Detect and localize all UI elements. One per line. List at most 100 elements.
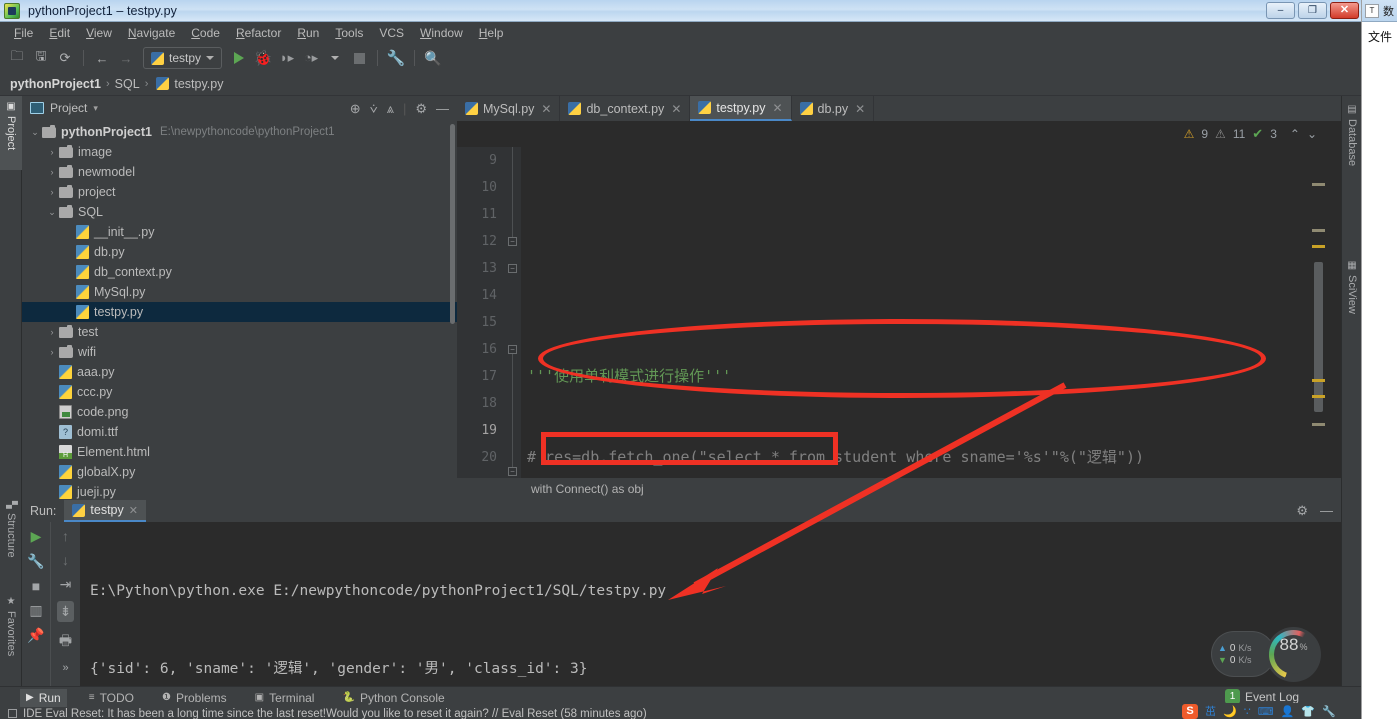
- breadcrumb-item-0[interactable]: pythonProject1: [10, 77, 101, 91]
- code-folding-column[interactable]: − − − −: [505, 147, 521, 478]
- tree-node-code-png[interactable]: code.png: [22, 402, 457, 422]
- menu-item-code[interactable]: Code: [183, 24, 228, 42]
- chevron-right-icon[interactable]: ›: [45, 147, 59, 157]
- menu-item-view[interactable]: View: [78, 24, 120, 42]
- tree-node-test[interactable]: › test: [22, 322, 457, 342]
- line-number-19[interactable]: 19: [457, 417, 505, 444]
- fold-marker[interactable]: −: [508, 237, 517, 246]
- sogou-icon[interactable]: S: [1182, 703, 1198, 719]
- collapse-all-icon[interactable]: ⩓: [387, 102, 394, 115]
- more-icon[interactable]: »: [62, 662, 68, 674]
- keyboard-icon[interactable]: ⌨: [1258, 705, 1274, 718]
- close-icon[interactable]: ✕: [772, 101, 782, 115]
- close-icon[interactable]: ✕: [671, 102, 681, 116]
- tree-node-wifi[interactable]: › wifi: [22, 342, 457, 362]
- tree-node-testpy-py[interactable]: testpy.py: [22, 302, 457, 322]
- layout-icon[interactable]: ▥: [29, 602, 42, 619]
- folder-open-icon[interactable]: 🗀: [6, 47, 28, 69]
- locate-icon[interactable]: ⊕: [350, 102, 361, 115]
- scrollbar-marker[interactable]: [1312, 395, 1325, 398]
- expand-all-icon[interactable]: ⩒: [370, 102, 378, 115]
- network-speed-widget[interactable]: ▲ 0 K/s ▼ 0 K/s: [1212, 632, 1274, 676]
- scrollbar-marker[interactable]: [1312, 245, 1325, 248]
- search-icon[interactable]: 🔍: [422, 47, 444, 69]
- toolwindow-run[interactable]: ▶ Run: [20, 688, 67, 707]
- scrollbar-marker[interactable]: [1312, 379, 1325, 382]
- line-number-21[interactable]: 21: [457, 471, 505, 478]
- dots-icon[interactable]: ∵: [1244, 705, 1251, 718]
- tree-node-image[interactable]: › image: [22, 142, 457, 162]
- line-number-18[interactable]: 18: [457, 390, 505, 417]
- shirt-icon[interactable]: 👕: [1301, 705, 1315, 718]
- refresh-icon[interactable]: ⟳: [54, 47, 76, 69]
- fold-marker[interactable]: −: [508, 467, 517, 476]
- toolwindow-todo[interactable]: ≡ TODO: [83, 689, 140, 707]
- editor-scrollbar[interactable]: [1309, 147, 1331, 478]
- project-tree-scrollbar[interactable]: [450, 124, 455, 324]
- chevron-right-icon[interactable]: ›: [45, 167, 59, 177]
- chevron-right-icon[interactable]: ›: [45, 327, 59, 337]
- toolwindow-problems[interactable]: ❶ Problems: [156, 689, 233, 707]
- chevron-down-icon[interactable]: ▾: [93, 103, 98, 114]
- chevron-right-icon[interactable]: ›: [45, 187, 59, 197]
- background-window[interactable]: T 数 文件: [1361, 0, 1397, 719]
- tree-node-sql[interactable]: ⌄ SQL: [22, 202, 457, 222]
- scrollbar-marker[interactable]: [1312, 423, 1325, 426]
- line-number-14[interactable]: 14: [457, 282, 505, 309]
- line-number-16[interactable]: 16: [457, 336, 505, 363]
- line-number-12[interactable]: 12: [457, 228, 505, 255]
- print-icon[interactable]: 🖶: [59, 630, 72, 654]
- gear-icon[interactable]: ⚙: [1296, 503, 1308, 519]
- moon-icon[interactable]: 🌙: [1223, 705, 1237, 718]
- tree-node-newmodel[interactable]: › newmodel: [22, 162, 457, 182]
- background-window-menu[interactable]: 文件: [1362, 22, 1397, 45]
- toolwindow-python-console[interactable]: 🐍 Python Console: [336, 689, 450, 707]
- breadcrumb-item-1[interactable]: SQL: [115, 77, 140, 91]
- close-icon[interactable]: ✕: [855, 102, 865, 116]
- menu-item-tools[interactable]: Tools: [327, 24, 371, 42]
- close-icon[interactable]: ✕: [129, 504, 138, 517]
- chevron-right-icon[interactable]: ›: [45, 347, 59, 357]
- scrollbar-marker[interactable]: [1312, 229, 1325, 232]
- minimize-button[interactable]: –: [1266, 2, 1295, 19]
- toolwindow-terminal[interactable]: ▣ Terminal: [249, 689, 321, 707]
- next-highlight-icon[interactable]: ⌄: [1307, 127, 1317, 141]
- tree-node-db-context-py[interactable]: db_context.py: [22, 262, 457, 282]
- tree-node-jueji-py[interactable]: jueji.py: [22, 482, 457, 500]
- menu-item-refactor[interactable]: Refactor: [228, 24, 289, 42]
- code-text[interactable]: '''使用单利模式进行操作''' # res=db.fetch_one("sel…: [521, 147, 1341, 478]
- menu-item-edit[interactable]: Edit: [41, 24, 78, 42]
- fold-marker[interactable]: −: [508, 345, 517, 354]
- editor-tab-db_context-py[interactable]: db_context.py ✕: [560, 96, 691, 121]
- menu-item-vcs[interactable]: VCS: [371, 24, 412, 42]
- sidebar-item-project[interactable]: ▣ Project: [0, 96, 22, 170]
- pin-icon[interactable]: 📌: [27, 627, 44, 644]
- tree-node-mysql-py[interactable]: MySql.py: [22, 282, 457, 302]
- menu-item-file[interactable]: File: [6, 24, 41, 42]
- input-method-icon[interactable]: 茁: [1205, 703, 1216, 719]
- line-number-10[interactable]: 10: [457, 174, 505, 201]
- editor-tab-db-py[interactable]: db.py ✕: [792, 96, 875, 121]
- profile-dropdown-icon[interactable]: [324, 47, 346, 69]
- event-log-indicator[interactable]: 1 Event Log: [1225, 689, 1299, 704]
- run-configuration-selector[interactable]: testpy: [143, 47, 223, 69]
- tree-node-globalx-py[interactable]: globalX.py: [22, 462, 457, 482]
- breadcrumb-item-2[interactable]: testpy.py: [174, 77, 223, 91]
- gear-icon[interactable]: ⚙: [415, 102, 427, 115]
- chevron-down-icon[interactable]: ⌄: [45, 207, 59, 218]
- project-tree[interactable]: ⌄ pythonProject1 E:\newpythoncode\pythonPr…: [22, 120, 457, 500]
- line-number-20[interactable]: 20: [457, 444, 505, 471]
- save-icon[interactable]: 🖫: [30, 47, 52, 69]
- sidebar-item-favorites[interactable]: ★ Favorites: [0, 591, 22, 681]
- maximize-button[interactable]: ❐: [1298, 2, 1327, 19]
- tree-node-domi-ttf[interactable]: domi.ttf: [22, 422, 457, 442]
- sidebar-item-sciview[interactable]: ▦ SciView: [1342, 256, 1362, 344]
- tree-node-project[interactable]: › project: [22, 182, 457, 202]
- arrow-left-icon[interactable]: ←: [91, 47, 113, 69]
- close-icon[interactable]: ✕: [541, 102, 551, 116]
- menu-item-navigate[interactable]: Navigate: [120, 24, 183, 42]
- hide-icon[interactable]: —: [436, 102, 449, 115]
- tree-node-db-py[interactable]: db.py: [22, 242, 457, 262]
- status-bar-message[interactable]: IDE Eval Reset: It has been a long time …: [23, 708, 647, 719]
- scroll-to-end-icon[interactable]: ⇟: [56, 601, 75, 622]
